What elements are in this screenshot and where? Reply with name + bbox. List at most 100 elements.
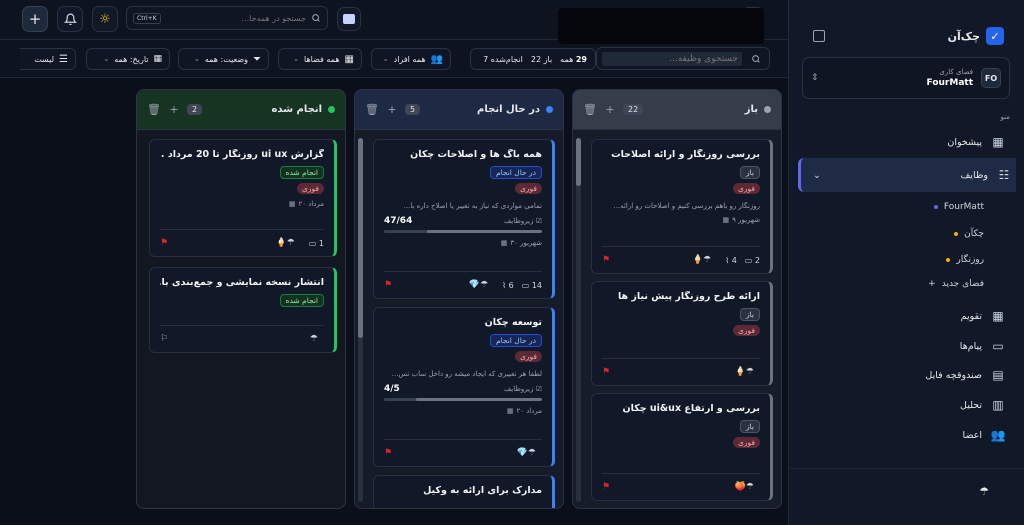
space-dot bbox=[954, 232, 959, 236]
sidebar-item-analytics[interactable]: ▥ تحلیل bbox=[804, 392, 1010, 418]
sidebar-item-calendar[interactable]: ▦ تقویم bbox=[804, 303, 1010, 329]
workspace-switcher[interactable]: FO فضای کاری FourMatt ⇕ bbox=[802, 57, 1010, 99]
task-search[interactable] bbox=[596, 47, 770, 70]
spaces-filter[interactable]: ▦ همه فضاها ⌄ bbox=[278, 48, 362, 70]
status-badge: باز bbox=[740, 420, 760, 433]
bell-icon bbox=[63, 13, 77, 25]
delete-column-button[interactable]: 🗑 bbox=[365, 103, 379, 116]
status-badge: در حال انجام bbox=[489, 166, 542, 179]
task-title: ارائه طرح روزنگار پیش نیاز ها bbox=[617, 291, 760, 302]
task-card[interactable]: همه باگ ها و اصلاحات چکآن در حال انجام ف… bbox=[373, 139, 555, 299]
column-header: انجام شده 2 + 🗑 bbox=[137, 90, 345, 130]
subtasks-progress bbox=[384, 398, 542, 401]
assignee-avatars[interactable]: ☂💎 bbox=[517, 448, 536, 458]
notifications-button[interactable] bbox=[57, 6, 83, 32]
workspace-avatar: FO bbox=[981, 68, 1001, 88]
add-task-button[interactable]: + bbox=[603, 103, 617, 116]
add-task-button[interactable]: + bbox=[167, 103, 181, 116]
assignee-avatars[interactable]: ☂ bbox=[310, 334, 318, 344]
task-stats: 29 همه باز 22 انجام‌شده 7 bbox=[470, 48, 596, 70]
task-card[interactable]: توسعه چکآن در حال انجام فوری لطفا هر تغی… bbox=[373, 307, 555, 467]
flag-icon[interactable]: ⚑ bbox=[602, 367, 610, 377]
comments-count: 1 ▭ bbox=[308, 238, 324, 248]
view-toggle-button[interactable]: ☰ لیست bbox=[20, 48, 76, 70]
subtasks-row: ☑ زیروظایف 47/64 bbox=[384, 216, 542, 226]
column-body: همه باگ ها و اصلاحات چکآن در حال انجام ف… bbox=[363, 134, 555, 508]
subtasks-label: ☑ زیروظایف bbox=[504, 385, 542, 393]
status-badge: انجام شده bbox=[279, 166, 324, 179]
date-filter[interactable]: ▦ تاریخ: همه ⌄ bbox=[86, 48, 170, 70]
assignee-avatars[interactable]: ☂🍦 bbox=[276, 238, 295, 248]
task-card[interactable]: بررسی روزنگار و ارائه اصلاحات باز فوری ر… bbox=[591, 139, 773, 274]
add-button[interactable]: + bbox=[22, 6, 48, 32]
flag-icon[interactable]: ⚑ bbox=[602, 482, 610, 492]
sidebar-item-members[interactable]: 👥 اعضا bbox=[804, 422, 1010, 448]
space-fourmatt[interactable]: FourMatt bbox=[924, 202, 984, 212]
chevron-down-icon: ⌄ bbox=[193, 55, 200, 63]
task-card[interactable]: گزارش ui ux روزنگار تا 20 مرداد ... انجا… bbox=[149, 139, 337, 257]
space-rooznegar[interactable]: روزنگار bbox=[924, 255, 984, 265]
assignee-avatars[interactable]: ☂🍦 bbox=[735, 367, 754, 377]
sidebar-item-files[interactable]: ▤ صندوقچه فایل bbox=[804, 362, 1010, 388]
task-card[interactable]: انتشار نسخه نمایشی و جمع‌بندی با... انجا… bbox=[149, 267, 337, 353]
space-dot bbox=[933, 205, 938, 209]
dashboard-icon: ▦ bbox=[992, 135, 1004, 149]
chevron-down-icon: ⌄ bbox=[813, 169, 821, 181]
task-title: همه باگ ها و اصلاحات چکآن bbox=[410, 149, 542, 160]
subtasks-count: 4/5 bbox=[384, 384, 400, 394]
delete-column-button[interactable]: 🗑 bbox=[583, 103, 597, 116]
due-date: شهریور ۳۰ ▦ bbox=[500, 239, 542, 247]
space-dot bbox=[946, 258, 951, 262]
assignee-avatars[interactable]: ☂🍑 bbox=[735, 482, 754, 492]
new-space-button[interactable]: فضای جدید + bbox=[924, 279, 984, 289]
task-title: بررسی روزنگار و ارائه اصلاحات bbox=[611, 149, 760, 160]
sidebar-item-tasks[interactable]: ☷ وظایف ⌄ bbox=[798, 158, 1016, 192]
card-footer: 1 ▭ ☂🍦 ⚑ bbox=[160, 229, 324, 248]
sidebar-item-dashboard[interactable]: ▦ پیشخوان bbox=[804, 129, 1010, 155]
theme-toggle-button[interactable]: ☼ bbox=[92, 6, 118, 32]
task-search-input[interactable] bbox=[602, 51, 742, 66]
status-dot bbox=[546, 106, 553, 113]
shortcut-badge: Ctrl+K bbox=[133, 12, 161, 24]
task-description: روزنگار رو باهم بررسی کنیم و اصلاحات رو … bbox=[613, 202, 760, 210]
flag-icon[interactable]: ⚑ bbox=[384, 280, 392, 290]
space-checkan[interactable]: چکآن bbox=[924, 229, 984, 239]
task-card[interactable]: بررسی و ارتفاع ui&ux چکآن باز فوری ☂🍑 ⚑ bbox=[591, 393, 773, 501]
search-icon bbox=[312, 14, 320, 22]
column-title: انجام شده bbox=[271, 104, 322, 115]
delete-column-button[interactable]: 🗑 bbox=[147, 103, 161, 116]
global-search[interactable]: Ctrl+K bbox=[126, 6, 328, 30]
flag-icon[interactable]: ⚑ bbox=[384, 448, 392, 458]
priority-badge: فوری bbox=[733, 325, 760, 336]
flag-icon[interactable]: ⚐ bbox=[160, 334, 168, 344]
status-badge: در حال انجام bbox=[489, 334, 542, 347]
assignee-avatars[interactable]: ☂💎 bbox=[469, 280, 488, 290]
sidebar-item-messages[interactable]: ▭ پیام‌ها bbox=[804, 333, 1010, 359]
task-card[interactable]: مدارک برای ارائه به وکیل bbox=[373, 475, 555, 508]
user-avatar[interactable]: ☂ bbox=[979, 485, 989, 498]
check-logo-icon: ✓ bbox=[986, 27, 1004, 45]
status-filter[interactable]: ⏷ وضعیت: همه ⌄ bbox=[178, 48, 269, 70]
collapse-sidebar-icon[interactable] bbox=[813, 30, 825, 42]
card-footer: 14 ▭ 6 ⌇ ☂💎 ⚑ bbox=[384, 271, 542, 290]
calendar-icon: ▦ bbox=[992, 309, 1004, 323]
paperclip-icon: ⌇ bbox=[725, 255, 730, 265]
plus-icon: + bbox=[928, 279, 936, 289]
flag-icon[interactable]: ⚑ bbox=[160, 238, 168, 248]
chevron-updown-icon: ⇕ bbox=[811, 73, 819, 83]
brand[interactable]: ✓ چک‌آن bbox=[948, 27, 1004, 45]
add-task-button[interactable]: + bbox=[385, 103, 399, 116]
global-search-input[interactable] bbox=[165, 13, 306, 23]
column-header: باز 22 + 🗑 bbox=[573, 90, 781, 130]
view-label: لیست bbox=[34, 54, 55, 64]
language-button[interactable] bbox=[337, 7, 361, 31]
task-description: تمامی مواردی که نیاز به تغییر یا اصلاح د… bbox=[403, 202, 542, 210]
people-filter-label: همه افراد bbox=[393, 54, 426, 64]
people-filter[interactable]: 👥 همه افراد ⌄ bbox=[371, 48, 451, 70]
flag-icon[interactable]: ⚑ bbox=[602, 255, 610, 265]
workspace-label: فضای کاری bbox=[939, 68, 973, 76]
task-card[interactable]: ارائه طرح روزنگار پیش نیاز ها باز فوری ☂… bbox=[591, 281, 773, 386]
assignee-avatars[interactable]: ☂🍦 bbox=[692, 255, 711, 265]
stat-total: 29 همه bbox=[560, 54, 587, 64]
chevron-down-icon: ⌄ bbox=[293, 55, 300, 63]
